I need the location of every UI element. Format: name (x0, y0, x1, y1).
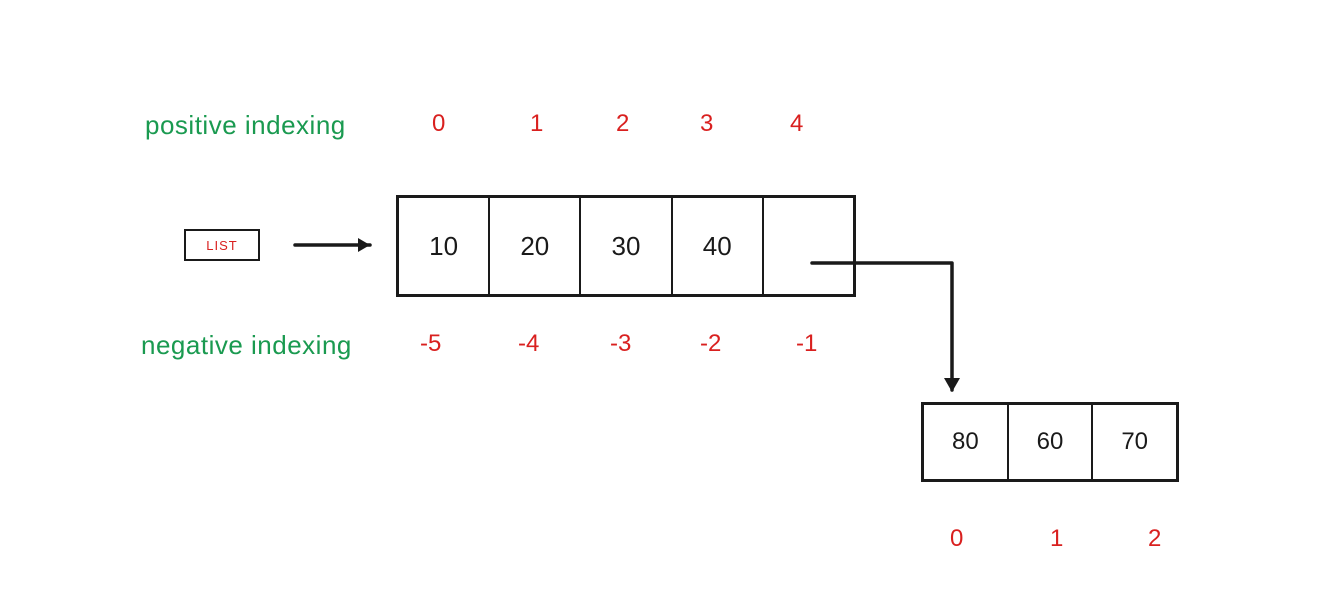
neg-index-3: -2 (700, 330, 721, 358)
negative-indexing-label: negative indexing (141, 330, 352, 361)
pos-index-2: 2 (616, 110, 629, 138)
neg-index-1: -4 (518, 330, 539, 358)
pos-index-4: 4 (790, 110, 803, 138)
neg-index-2: -3 (610, 330, 631, 358)
list-label-text: LIST (206, 238, 237, 253)
pos-index-3: 3 (700, 110, 713, 138)
sub-array: 80 60 70 (921, 402, 1179, 482)
main-cell-3: 40 (673, 198, 764, 294)
sub-cell-2: 70 (1093, 405, 1176, 479)
pos-index-0: 0 (432, 110, 445, 138)
main-cell-1: 20 (490, 198, 581, 294)
list-label-box: LIST (184, 229, 260, 261)
sub-index-2: 2 (1148, 525, 1161, 553)
positive-indexing-label: positive indexing (145, 110, 346, 141)
main-cell-4 (764, 198, 853, 294)
sub-index-1: 1 (1050, 525, 1063, 553)
pos-index-1: 1 (530, 110, 543, 138)
sub-index-0: 0 (950, 525, 963, 553)
arrows-layer (0, 0, 1336, 613)
main-array: 10 20 30 40 (396, 195, 856, 297)
neg-index-0: -5 (420, 330, 441, 358)
sub-cell-1: 60 (1009, 405, 1094, 479)
sub-cell-0: 80 (924, 405, 1009, 479)
neg-index-4: -1 (796, 330, 817, 358)
arrow-list-to-main (295, 238, 370, 252)
main-cell-0: 10 (399, 198, 490, 294)
main-cell-2: 30 (581, 198, 672, 294)
